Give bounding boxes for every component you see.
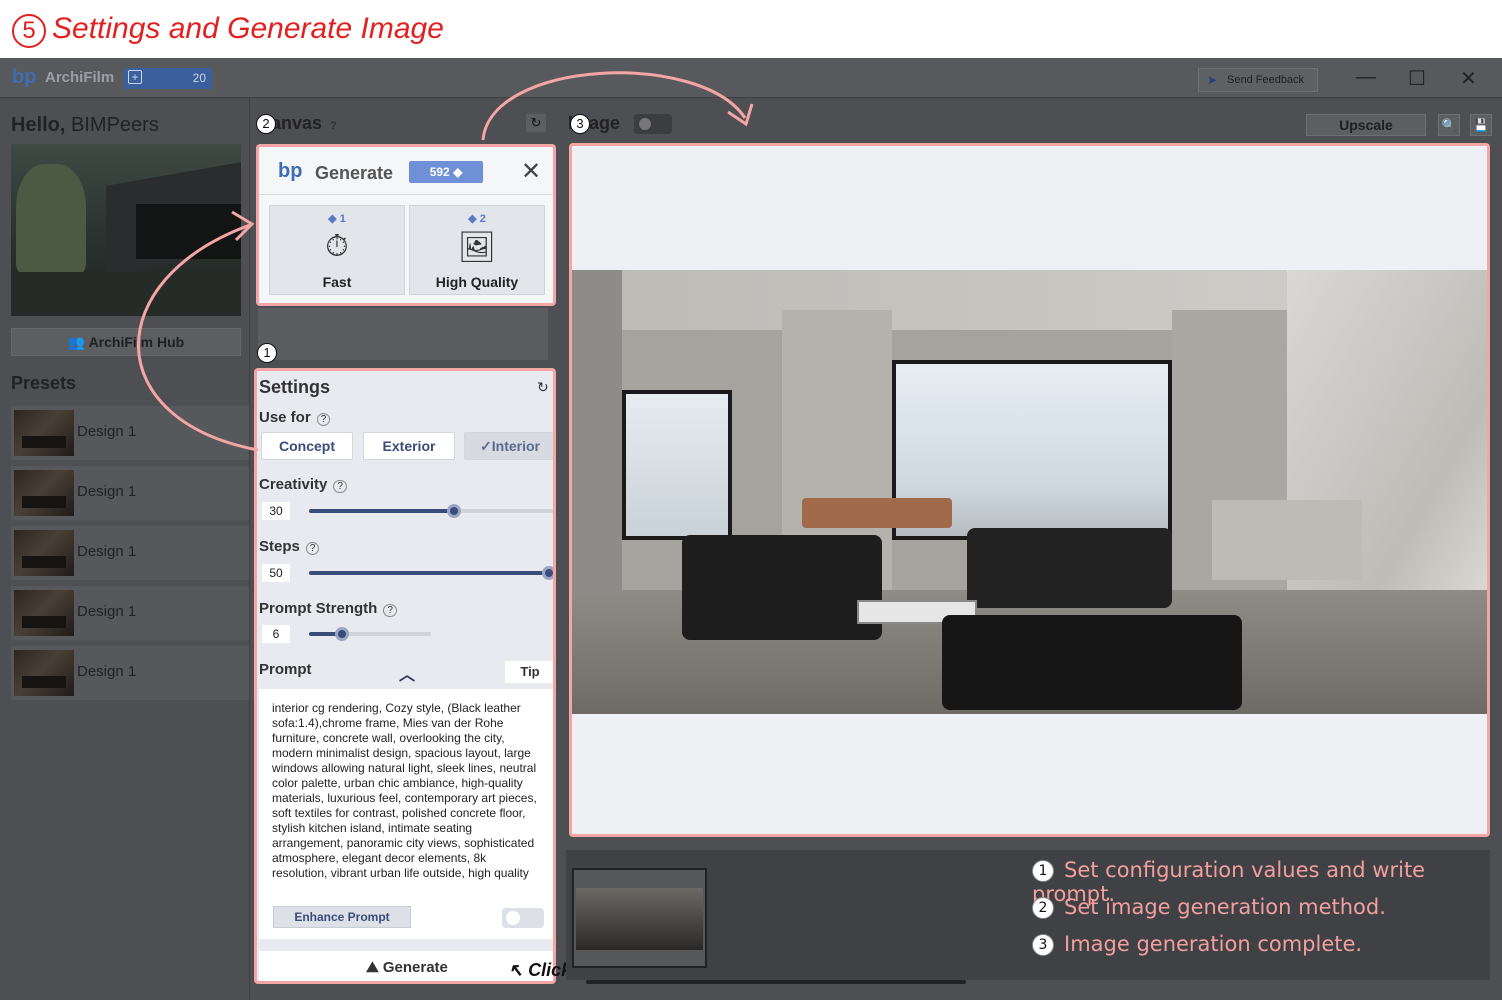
annotation-arrows [137, 71, 754, 452]
